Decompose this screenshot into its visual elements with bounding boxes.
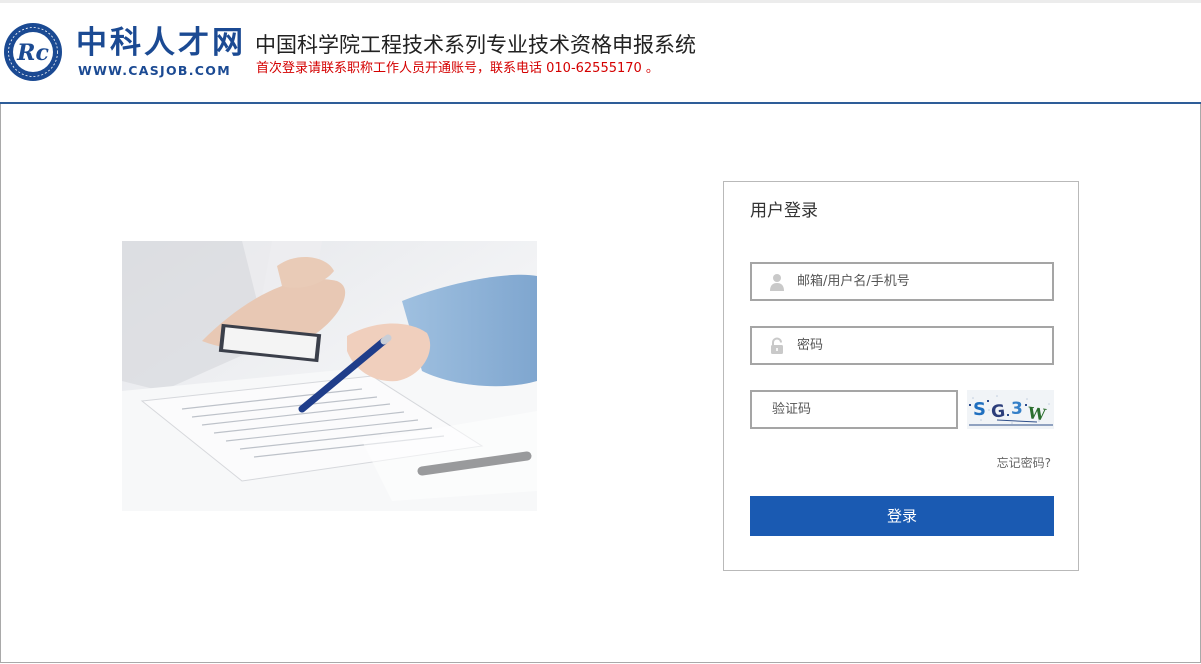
- login-panel: 用户登录 S G 3 W: [723, 181, 1079, 571]
- site-header: Rc 中科人才网 WWW.CASJOB.COM 中国科学院工程技术系列专业技术资…: [0, 3, 1201, 102]
- captcha-char: G: [990, 401, 1006, 422]
- logo-text: 中科人才网: [76, 25, 246, 61]
- captcha-input[interactable]: [752, 392, 956, 427]
- page-title: 中国科学院工程技术系列专业技术资格申报系统: [255, 33, 696, 57]
- captcha-image[interactable]: S G 3 W: [967, 390, 1054, 429]
- password-input[interactable]: [752, 328, 1052, 363]
- username-input[interactable]: [752, 264, 1052, 299]
- captcha-char: 3: [1011, 399, 1023, 419]
- login-button[interactable]: 登录: [750, 496, 1054, 536]
- hero-image: [122, 241, 537, 511]
- svg-text:Rc: Rc: [16, 40, 49, 66]
- username-field[interactable]: [750, 262, 1054, 301]
- logo-url: WWW.CASJOB.COM: [78, 63, 231, 78]
- password-field[interactable]: [750, 326, 1054, 365]
- captcha-field[interactable]: [750, 390, 958, 429]
- captcha-char: W: [1026, 403, 1048, 425]
- captcha-char: S: [973, 399, 986, 420]
- logo-seal-icon[interactable]: Rc: [3, 22, 63, 82]
- forgot-password-link[interactable]: 忘记密码?: [997, 454, 1051, 471]
- notice-text: 首次登录请联系职称工作人员开通账号，联系电话 010-62555170 。: [256, 61, 659, 76]
- login-title: 用户登录: [750, 201, 818, 221]
